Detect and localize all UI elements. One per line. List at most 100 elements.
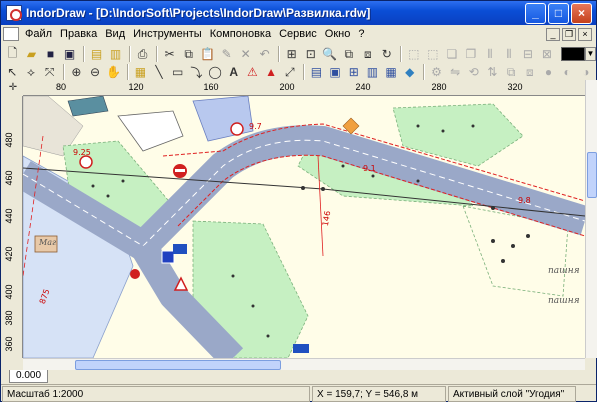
ruler-y-label: 420 xyxy=(4,246,14,262)
line-color-picker[interactable] xyxy=(561,47,585,61)
toolbar-separator xyxy=(63,64,66,80)
bus-stop-sign-icon xyxy=(161,250,175,264)
horizontal-scrollbar[interactable] xyxy=(23,358,585,370)
ruler-origin-icon[interactable]: ✛ xyxy=(3,80,23,96)
speed-sign-icon xyxy=(230,122,244,136)
zoom-in-icon[interactable]: ⊕ xyxy=(68,63,85,82)
layers-icon[interactable]: ▤ xyxy=(308,63,325,82)
menu-help[interactable]: ? xyxy=(354,25,368,43)
sheet-tab[interactable]: 0.000 xyxy=(9,370,49,383)
break-icon[interactable]: ⧈ xyxy=(521,63,538,82)
ruler-y-label: 380 xyxy=(4,310,14,326)
minimize-button[interactable]: _ xyxy=(525,2,546,24)
3d-view-icon[interactable]: ◆ xyxy=(401,63,418,82)
horizontal-scroll-thumb[interactable] xyxy=(75,360,281,370)
title-bar: IndorDraw - [D:\IndorSoft\Projects\Indor… xyxy=(1,1,596,25)
hand-pan-icon[interactable]: ✋ xyxy=(105,63,122,82)
text-sign-icon[interactable]: ▲ xyxy=(263,63,280,82)
no-entry-bar xyxy=(175,169,185,172)
library-icon[interactable]: ▦ xyxy=(383,63,400,82)
cable-node xyxy=(491,206,495,210)
field-label: пашня xyxy=(548,266,580,276)
toolbar-separator xyxy=(156,46,159,62)
cable-node xyxy=(321,187,325,191)
mirror-icon[interactable]: ⇋ xyxy=(447,63,464,82)
polyline-icon[interactable]: ⤵ xyxy=(188,63,205,82)
mdi-close-button[interactable]: × xyxy=(578,27,592,41)
node-remove-icon[interactable]: ◐ xyxy=(559,63,576,82)
rectangle-icon[interactable]: ▭ xyxy=(169,63,186,82)
status-bar: Масштаб 1:2000 X = 159,7; Y = 546,8 м Ак… xyxy=(1,384,596,402)
snap-icon[interactable]: ▥ xyxy=(364,63,381,82)
properties-icon[interactable]: ▣ xyxy=(327,63,344,82)
vertical-ruler: 480 460 440 420 400 380 360 xyxy=(3,96,23,358)
shop-label: Маг xyxy=(39,238,57,247)
mdi-controls: _ ❐ × xyxy=(546,27,596,41)
document-icon[interactable] xyxy=(3,27,19,41)
blue-label-sign xyxy=(293,344,309,353)
node-type-icon[interactable]: ◑ xyxy=(577,63,594,82)
app-window: IndorDraw - [D:\IndorSoft\Projects\Indor… xyxy=(0,0,597,402)
ruler-x-label: 120 xyxy=(128,82,144,92)
menu-window[interactable]: Окно xyxy=(321,25,355,43)
ruler-y-label: 480 xyxy=(4,132,14,148)
dimension-icon[interactable]: ⤢ xyxy=(281,63,298,82)
ruler-x-label: 280 xyxy=(431,82,447,92)
ellipse-icon[interactable]: ◯ xyxy=(207,63,224,82)
menu-view[interactable]: Вид xyxy=(101,25,129,43)
node-add-icon[interactable]: ● xyxy=(540,63,557,82)
signs-icon[interactable]: ▦ xyxy=(132,63,149,82)
chevron-down-icon[interactable]: ▼ xyxy=(584,47,596,61)
toolbar-separator xyxy=(129,46,132,62)
close-button[interactable]: × xyxy=(571,2,592,24)
pointer-icon[interactable]: ↖ xyxy=(4,63,21,82)
status-coordinates: X = 159,7; Y = 546,8 м xyxy=(312,386,446,402)
menu-tools[interactable]: Инструменты xyxy=(129,25,206,43)
speed-sign-icon-2 xyxy=(79,155,93,169)
mdi-restore-button[interactable]: ❐ xyxy=(562,27,576,41)
combine-icon[interactable]: ⧉ xyxy=(503,63,520,82)
cable-node xyxy=(301,186,305,190)
maximize-button[interactable]: □ xyxy=(548,2,569,24)
menu-service[interactable]: Сервис xyxy=(275,25,321,43)
toolbar-separator xyxy=(303,64,306,80)
ruler-x-label: 80 xyxy=(55,82,67,92)
zoom-out-icon[interactable]: ⊖ xyxy=(87,63,104,82)
node-edit-icon[interactable]: ⟡ xyxy=(23,63,40,82)
grid-icon[interactable]: ⊞ xyxy=(345,63,362,82)
ruler-y-label: 440 xyxy=(4,208,14,224)
map-drawing xyxy=(23,96,585,358)
ruler-y-label: 460 xyxy=(4,170,14,186)
road-dimension-label: 9.8 xyxy=(518,196,531,205)
menu-bar: Файл Правка Вид Инструменты Компоновка С… xyxy=(1,25,596,43)
ruler-y-label: 400 xyxy=(4,284,14,300)
sheet-tab-bar: 0.000 xyxy=(3,370,596,384)
menu-edit[interactable]: Правка xyxy=(56,25,101,43)
settings-gear-icon[interactable]: ⚙ xyxy=(428,63,445,82)
road-dimension-label: 9.7 xyxy=(249,122,262,131)
transform-icon[interactable]: ⤧ xyxy=(41,63,58,82)
menu-layout[interactable]: Компоновка xyxy=(206,25,275,43)
text-icon[interactable]: A xyxy=(225,63,242,82)
road-dimension-label: 9.25 xyxy=(73,148,91,157)
rotate-icon[interactable]: ⟲ xyxy=(465,63,482,82)
app-icon xyxy=(6,5,22,21)
toolbar-separator xyxy=(423,64,426,80)
mdi-minimize-button[interactable]: _ xyxy=(546,27,560,41)
toolbar-separator xyxy=(278,46,281,62)
flip-icon[interactable]: ⇅ xyxy=(484,63,501,82)
map-canvas[interactable]: 9.25 9.7 9.1 9.8 146 875 пашня пашня Маг xyxy=(23,96,585,358)
toolbar-separator xyxy=(400,46,403,62)
warning-sign-icon[interactable]: ⚠ xyxy=(244,63,261,82)
status-active-layer: Активный слой "Угодия" xyxy=(448,386,576,402)
vertical-scrollbar[interactable] xyxy=(585,80,597,358)
ruler-y-label: 360 xyxy=(4,336,14,352)
road-dimension-label: 9.1 xyxy=(363,164,376,173)
line-icon[interactable]: ╲ xyxy=(151,63,168,82)
menu-file[interactable]: Файл xyxy=(21,25,56,43)
resize-grip-icon[interactable] xyxy=(577,385,591,402)
toolbar-separator xyxy=(83,46,86,62)
window-title: IndorDraw - [D:\IndorSoft\Projects\Indor… xyxy=(26,6,371,20)
ruler-x-label: 200 xyxy=(279,82,295,92)
vertical-scroll-thumb[interactable] xyxy=(587,152,597,198)
